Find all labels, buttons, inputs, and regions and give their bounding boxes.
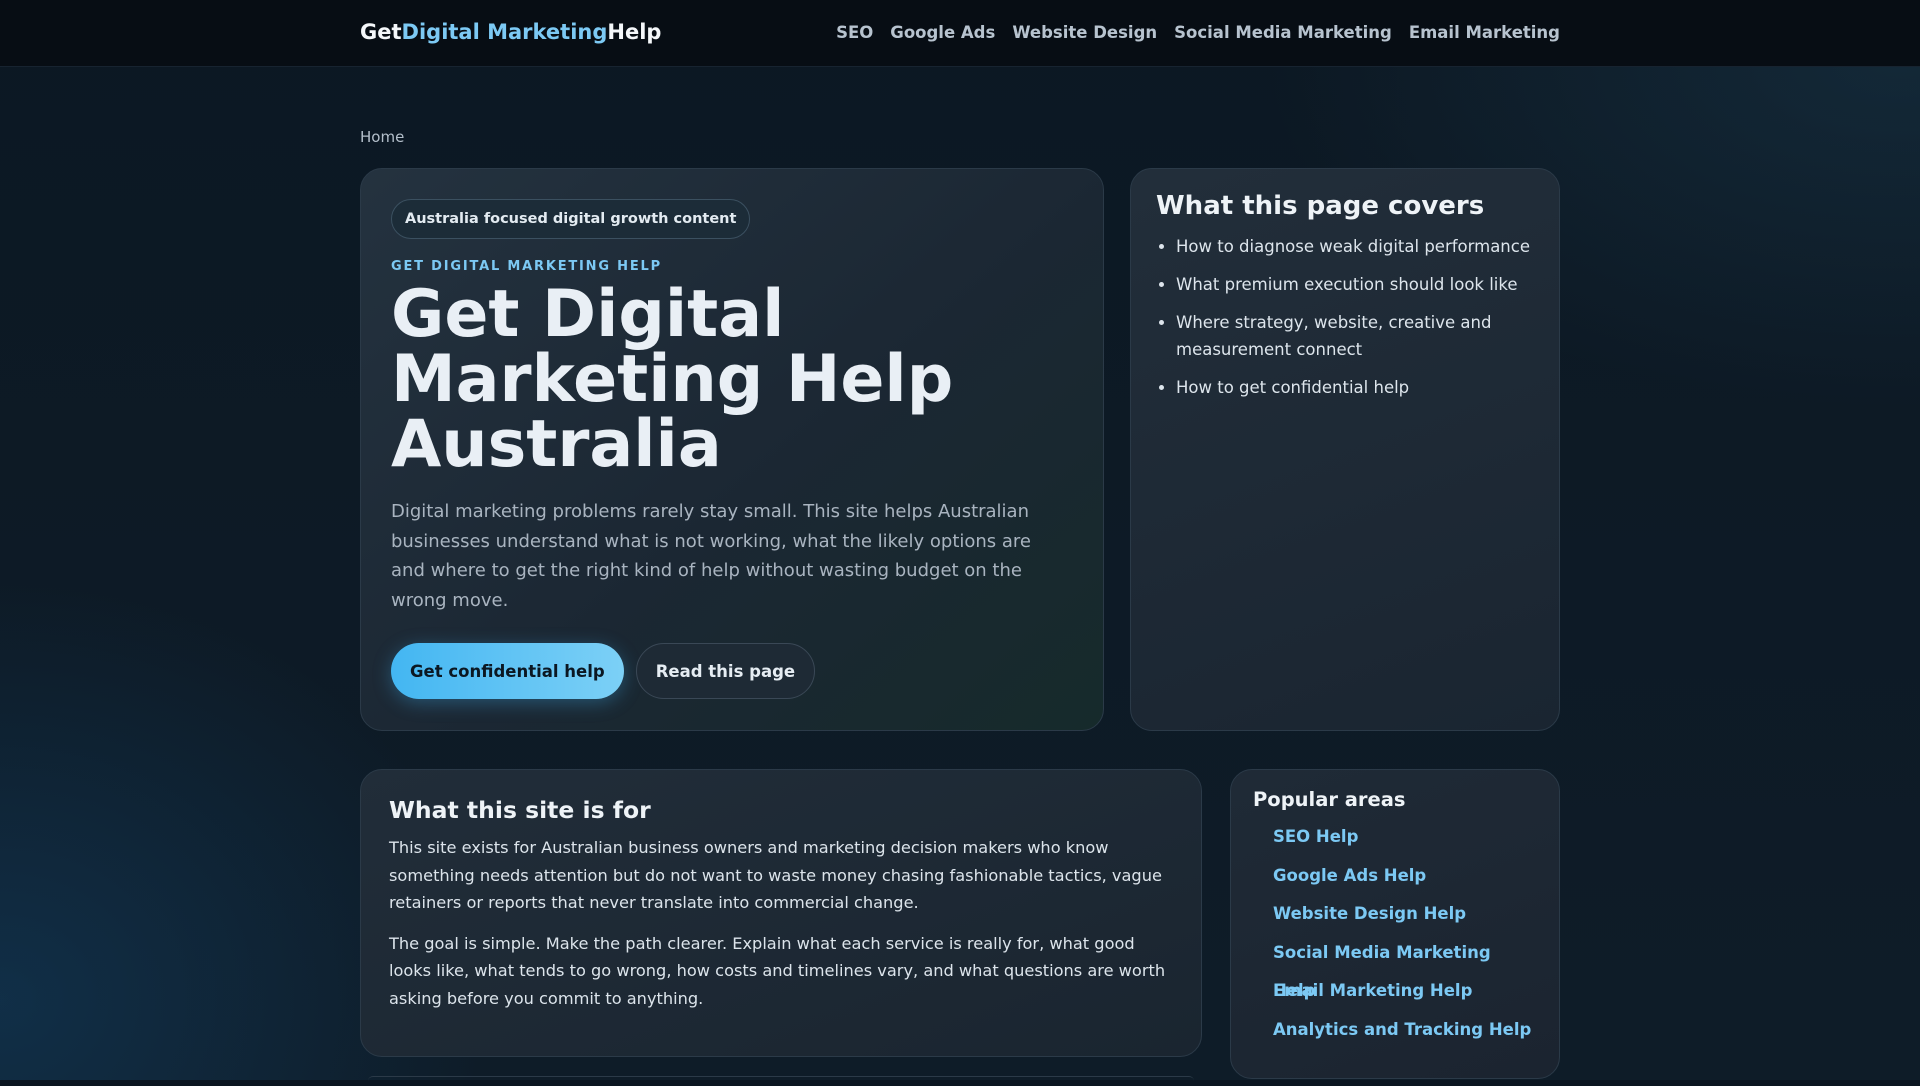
covers-item: How to get confidential help	[1176, 374, 1534, 401]
popular-areas-card: Popular areas SEO Help Google Ads Help W…	[1230, 769, 1560, 1079]
page-title: Get Digital Marketing Help Australia	[391, 277, 954, 482]
get-confidential-help-button[interactable]: Get confidential help	[391, 643, 624, 699]
list-item: SEO Help	[1273, 818, 1537, 857]
nav-link-social-media-marketing[interactable]: Social Media Marketing	[1174, 23, 1392, 42]
list-item: Google Ads Help	[1273, 857, 1537, 896]
site-purpose-paragraph: This site exists for Australian business…	[389, 838, 1162, 912]
link-email-marketing-help[interactable]: Email Marketing Help	[1273, 981, 1472, 1000]
site-purpose-title: What this site is for	[389, 796, 651, 824]
list-item: Website Design Help	[1273, 895, 1537, 934]
covers-item: How to diagnose weak digital performance	[1176, 233, 1534, 260]
nav-link-email-marketing[interactable]: Email Marketing	[1409, 23, 1560, 42]
top-navigation-bar: GetDigital MarketingHelp SEO Google Ads …	[0, 0, 1920, 67]
covers-list: How to diagnose weak digital performance…	[1156, 233, 1534, 401]
hero-actions: Get confidential help Read this page	[391, 643, 1073, 699]
link-seo-help[interactable]: SEO Help	[1273, 827, 1358, 846]
logo-text-accent: Digital Marketing	[401, 20, 608, 44]
main-nav: SEO Google Ads Website Design Social Med…	[836, 23, 1560, 42]
list-item: Social Media Marketing Help	[1273, 934, 1537, 1001]
logo-text-help: Help	[607, 20, 662, 44]
link-website-design-help[interactable]: Website Design Help	[1273, 904, 1466, 923]
hero-description: Digital marketing problems rarely stay s…	[391, 501, 1032, 611]
popular-areas-list: SEO Help Google Ads Help Website Design …	[1253, 818, 1537, 1050]
logo-text-get: Get	[360, 20, 402, 44]
nav-link-website-design[interactable]: Website Design	[1012, 23, 1157, 42]
site-purpose-paragraph: The goal is simple. Make the path cleare…	[389, 933, 1166, 1008]
read-this-page-button[interactable]: Read this page	[635, 643, 816, 699]
region-badge: Australia focused digital growth content	[391, 199, 751, 239]
link-analytics-tracking-help[interactable]: Analytics and Tracking Help	[1273, 1020, 1531, 1039]
covers-title: What this page covers	[1156, 191, 1485, 221]
covers-item: Where strategy, website, creative and me…	[1176, 309, 1534, 363]
hero-card: Australia focused digital growth content…	[360, 168, 1104, 731]
site-logo[interactable]: GetDigital MarketingHelp	[360, 20, 661, 44]
next-section-card-edge	[368, 1076, 1194, 1086]
breadcrumb-home[interactable]: Home	[360, 128, 404, 146]
nav-link-seo[interactable]: SEO	[836, 23, 873, 42]
list-item: Email Marketing Help	[1273, 972, 1537, 1011]
nav-link-google-ads[interactable]: Google Ads	[890, 23, 995, 42]
popular-areas-title: Popular areas	[1253, 788, 1406, 811]
page-covers-card: What this page covers How to diagnose we…	[1130, 168, 1560, 731]
list-item: Analytics and Tracking Help	[1273, 1011, 1537, 1050]
covers-item: What premium execution should look like	[1176, 271, 1534, 298]
site-purpose-card: What this site is for This site exists f…	[360, 769, 1202, 1057]
link-google-ads-help[interactable]: Google Ads Help	[1273, 866, 1426, 885]
hero-eyebrow: GET DIGITAL MARKETING HELP	[391, 259, 662, 274]
